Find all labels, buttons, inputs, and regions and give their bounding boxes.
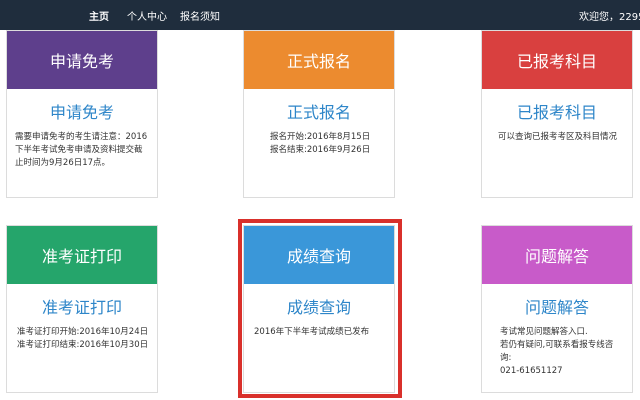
description-line: 报名结束:2016年9月26日 (270, 145, 371, 155)
description-line: 准考证打印结束:2016年10月30日 (17, 340, 149, 350)
card-header[interactable]: 正式报名 (244, 31, 394, 89)
card-faq[interactable]: 问题解答 问题解答 考试常见问题解答入口. 若仍有疑问,可联系看报专线咨询: 0… (481, 225, 633, 393)
description-line: 止时间为9月26日17点。 (15, 158, 111, 168)
card-title[interactable]: 正式报名 (244, 99, 394, 123)
card-title[interactable]: 成绩查询 (244, 294, 394, 318)
card-description: 报名开始:2016年8月15日 报名结束:2016年9月26日 (244, 131, 394, 157)
card-score-query[interactable]: 成绩查询 成绩查询 2016年下半年考试成绩已发布 (243, 225, 395, 393)
card-title[interactable]: 准考证打印 (7, 294, 157, 318)
card-description: 可以查询已报考考区及科目情况 (482, 131, 632, 144)
description-line: 2016年下半年考试成绩已发布 (254, 327, 370, 337)
description-line: 下半年考试免考申请及资料提交截 (15, 145, 143, 155)
card-registration[interactable]: 正式报名 正式报名 报名开始:2016年8月15日 报名结束:2016年9月26… (243, 30, 395, 198)
card-description: 需要申请免考的考生请注意：2016 下半年考试免考申请及资料提交截 止时间为9月… (7, 131, 157, 170)
card-description: 考试常见问题解答入口. 若仍有疑问,可联系看报专线咨询: 021-6165112… (482, 326, 632, 378)
description-line: 需要申请免考的考生请注意：2016 (15, 132, 148, 142)
card-header[interactable]: 准考证打印 (7, 226, 157, 284)
welcome-text: 欢迎您，2295 (579, 12, 640, 23)
description-line: 可以查询已报考考区及科目情况 (498, 132, 618, 142)
card-title[interactable]: 申请免考 (7, 99, 157, 123)
description-line: 准考证打印开始:2016年10月24日 (17, 327, 149, 337)
card-header[interactable]: 已报考科目 (482, 31, 632, 89)
nav-home-link[interactable]: 主页 (89, 8, 109, 23)
top-navbar: 主页 个人中心 报名须知 欢迎您，2295 (0, 0, 640, 30)
card-admission-ticket[interactable]: 准考证打印 准考证打印 准考证打印开始:2016年10月24日 准考证打印结束:… (6, 225, 158, 393)
nav-profile-link[interactable]: 个人中心 (127, 8, 167, 23)
card-title[interactable]: 问题解答 (482, 294, 632, 318)
description-line: 021-61651127 (500, 366, 563, 376)
nav-notice-link[interactable]: 报名须知 (180, 8, 220, 23)
card-registered-subjects[interactable]: 已报考科目 已报考科目 可以查询已报考考区及科目情况 (481, 30, 633, 198)
card-title[interactable]: 已报考科目 (482, 99, 632, 123)
card-description: 准考证打印开始:2016年10月24日 准考证打印结束:2016年10月30日 (7, 326, 157, 352)
card-exemption[interactable]: 申请免考 申请免考 需要申请免考的考生请注意：2016 下半年考试免考申请及资料… (6, 30, 158, 198)
description-line: 报名开始:2016年8月15日 (270, 132, 371, 142)
card-header[interactable]: 问题解答 (482, 226, 632, 284)
description-line: 若仍有疑问,可联系看报专线咨询: (500, 340, 614, 363)
description-line: 考试常见问题解答入口. (500, 327, 588, 337)
card-header[interactable]: 申请免考 (7, 31, 157, 89)
card-description: 2016年下半年考试成绩已发布 (244, 326, 394, 339)
card-header[interactable]: 成绩查询 (244, 226, 394, 284)
